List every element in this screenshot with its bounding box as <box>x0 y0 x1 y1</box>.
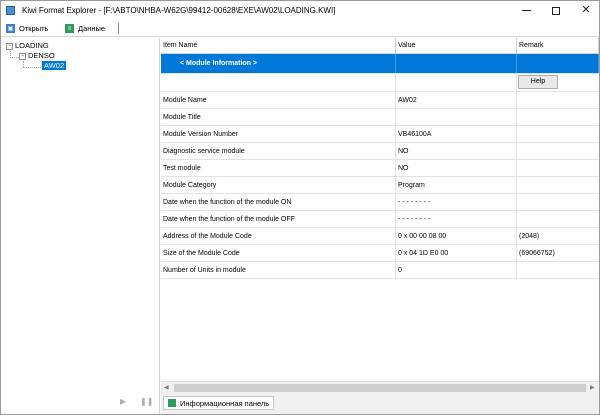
app-icon <box>6 6 15 15</box>
info-panel-tab[interactable]: Информационная панель <box>163 396 275 410</box>
horizontal-scrollbar[interactable]: ◀ ▶ <box>161 381 599 394</box>
value-cell: VB46100A <box>396 126 517 143</box>
table-row[interactable]: Size of the Module Code 0 x 04 1D E0 00 (6… <box>161 245 599 262</box>
property-grid: Item Name Value Remark < Module Informat… <box>161 38 599 381</box>
toolbar-separator <box>118 23 119 34</box>
item-name-cell: Number of Units in module <box>161 262 396 279</box>
value-cell: 0 <box>396 262 517 279</box>
header-value[interactable]: Value <box>396 38 517 54</box>
value-cell: 0 x 00 00 08 00 <box>396 228 517 245</box>
value-cell: AW02 <box>396 92 517 109</box>
minimize-button[interactable] <box>511 1 541 20</box>
value-cell <box>396 109 517 126</box>
pause-icon[interactable]: ❚❚ <box>140 397 153 406</box>
item-name-cell: Module Category <box>161 177 396 194</box>
info-panel-bar: Информационная панель <box>161 394 599 414</box>
item-name-cell: Diagnostic service module <box>161 143 396 160</box>
collapse-icon[interactable]: − <box>19 52 26 60</box>
help-cell-value <box>396 74 517 91</box>
help-row: Help <box>161 74 599 92</box>
remark-cell <box>517 194 599 211</box>
table-row[interactable]: Module Title <box>161 109 599 126</box>
table-row[interactable]: Address of the Module Code 0 x 00 00 08 0… <box>161 228 599 245</box>
window-title: Kiwi Format Explorer - [F:\ABTO\NHBA-W62… <box>22 6 336 15</box>
tree-node-loading[interactable]: − LOADING <box>6 41 49 50</box>
tree-label: LOADING <box>15 41 49 50</box>
section-row[interactable]: < Module Information > <box>161 54 599 74</box>
remark-cell: (2048) <box>519 233 540 240</box>
help-button[interactable]: Help <box>518 75 558 89</box>
value-cell: Program <box>396 177 517 194</box>
module-tree[interactable]: − LOADING − DENSO AW02 <box>1 38 160 394</box>
scroll-right-icon[interactable]: ▶ <box>590 384 595 391</box>
table-row[interactable]: Date when the function of the module ON -… <box>161 194 599 211</box>
remark-cell <box>517 262 599 279</box>
minimize-icon <box>521 10 531 11</box>
close-icon: ✕ <box>581 4 591 16</box>
item-name-cell: Size of the Module Code <box>161 245 396 262</box>
navigation-bar: ▶ ❚❚ <box>1 394 160 414</box>
tree-node-aw02[interactable]: AW02 <box>42 61 67 70</box>
value-cell: - - - - - - - - <box>396 194 517 211</box>
maximize-icon <box>552 6 560 15</box>
data-button[interactable]: ≡ Данные <box>65 22 111 35</box>
table-row[interactable]: Diagnostic service module NO <box>161 143 599 160</box>
remark-cell <box>517 143 599 160</box>
item-name-cell: Module Version Number <box>161 126 396 143</box>
panel-icon <box>168 399 176 407</box>
help-cell-name <box>161 74 396 91</box>
tree-node-denso[interactable]: − DENSO <box>19 51 55 60</box>
data-label: Данные <box>78 24 106 33</box>
value-cell: - - - - - - - - <box>396 211 517 228</box>
title-bar: Kiwi Format Explorer - [F:\ABTO\NHBA-W62… <box>1 1 599 20</box>
remark-cell: (69066752) <box>519 250 555 257</box>
close-button[interactable]: ✕ <box>571 1 600 20</box>
open-label: Открыть <box>19 24 49 33</box>
open-icon: ▣ <box>6 24 15 33</box>
value-cell: NO <box>396 143 517 160</box>
header-item-name[interactable]: Item Name <box>161 38 396 54</box>
info-panel-label: Информационная панель <box>180 398 270 408</box>
table-row[interactable]: Module Name AW02 <box>161 92 599 109</box>
data-icon: ≡ <box>65 24 74 33</box>
remark-cell <box>517 126 599 143</box>
remark-cell <box>517 160 599 177</box>
table-row[interactable]: Module Category Program <box>161 177 599 194</box>
scrollbar-thumb[interactable] <box>174 384 586 392</box>
remark-cell <box>517 177 599 194</box>
item-name-cell: Test module <box>161 160 396 177</box>
tree-line <box>23 67 41 68</box>
section-remark <box>517 54 599 73</box>
table-row[interactable]: Test module NO <box>161 160 599 177</box>
toolbar: ▣ Открыть ≡ Данные <box>1 20 599 37</box>
scroll-left-icon[interactable]: ◀ <box>164 384 169 391</box>
maximize-button[interactable] <box>541 1 571 20</box>
remark-cell <box>517 92 599 109</box>
table-row[interactable]: Date when the function of the module OFF… <box>161 211 599 228</box>
tree-label: DENSO <box>28 51 55 60</box>
item-name-cell: Module Name <box>161 92 396 109</box>
remark-cell <box>517 211 599 228</box>
remark-cell <box>517 109 599 126</box>
section-value <box>396 54 517 73</box>
value-cell: 0 x 04 1D E0 00 <box>396 245 517 262</box>
open-button[interactable]: ▣ Открыть <box>6 22 48 35</box>
tree-line <box>10 57 19 58</box>
value-cell: NO <box>396 160 517 177</box>
collapse-icon[interactable]: − <box>6 42 13 50</box>
item-name-cell: Date when the function of the module ON <box>161 194 396 211</box>
section-title: < Module Information > <box>161 54 396 73</box>
main-window: Kiwi Format Explorer - [F:\ABTO\NHBA-W62… <box>0 0 600 415</box>
item-name-cell: Date when the function of the module OFF <box>161 211 396 228</box>
item-name-cell: Address of the Module Code <box>161 228 396 245</box>
header-remark[interactable]: Remark <box>517 38 599 54</box>
table-row[interactable]: Number of Units in module 0 <box>161 262 599 279</box>
play-icon[interactable]: ▶ <box>120 397 126 406</box>
item-name-cell: Module Title <box>161 109 396 126</box>
table-row[interactable]: Module Version Number VB46100A <box>161 126 599 143</box>
grid-header: Item Name Value Remark <box>161 38 599 54</box>
